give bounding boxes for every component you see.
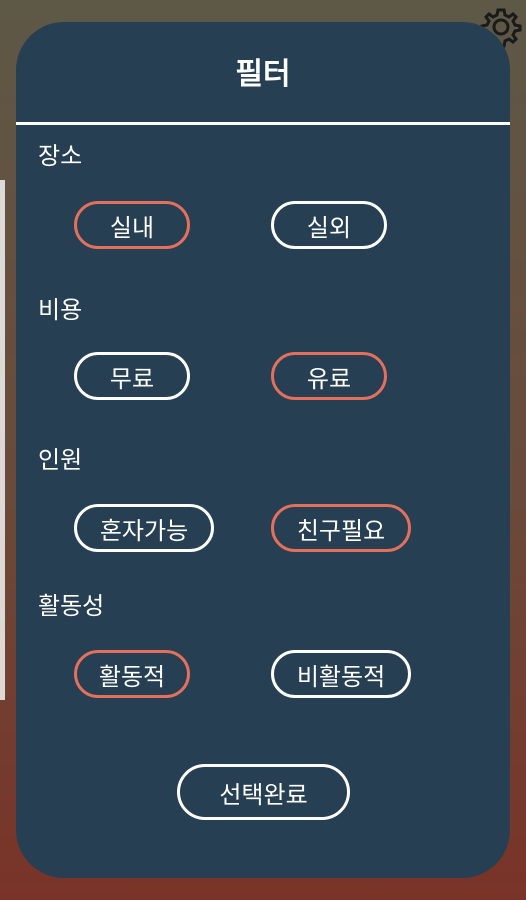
chip-friends-needed[interactable]: 친구필요 bbox=[271, 504, 411, 552]
chip-free[interactable]: 무료 bbox=[74, 352, 190, 400]
chip-indoor[interactable]: 실내 bbox=[74, 201, 190, 249]
done-button[interactable]: 선택완료 bbox=[177, 764, 350, 820]
chip-outdoor[interactable]: 실외 bbox=[271, 201, 387, 249]
section-label-cost: 비용 bbox=[38, 296, 83, 324]
chip-paid[interactable]: 유료 bbox=[271, 352, 387, 400]
filter-dialog: 필터 장소 실내 실외 비용 무료 유료 인원 혼자가능 친구필요 활동성 활동… bbox=[16, 22, 510, 878]
title-divider bbox=[16, 122, 510, 125]
section-label-activity: 활동성 bbox=[38, 592, 105, 620]
section-label-people: 인원 bbox=[38, 446, 83, 474]
dialog-title: 필터 bbox=[235, 57, 291, 92]
app-background: 필터 장소 실내 실외 비용 무료 유료 인원 혼자가능 친구필요 활동성 활동… bbox=[0, 0, 526, 900]
chip-inactive[interactable]: 비활동적 bbox=[271, 650, 411, 698]
chip-active[interactable]: 활동적 bbox=[74, 650, 190, 698]
section-label-location: 장소 bbox=[38, 142, 83, 170]
chip-solo-ok[interactable]: 혼자가능 bbox=[74, 504, 214, 552]
background-edge bbox=[0, 180, 5, 700]
